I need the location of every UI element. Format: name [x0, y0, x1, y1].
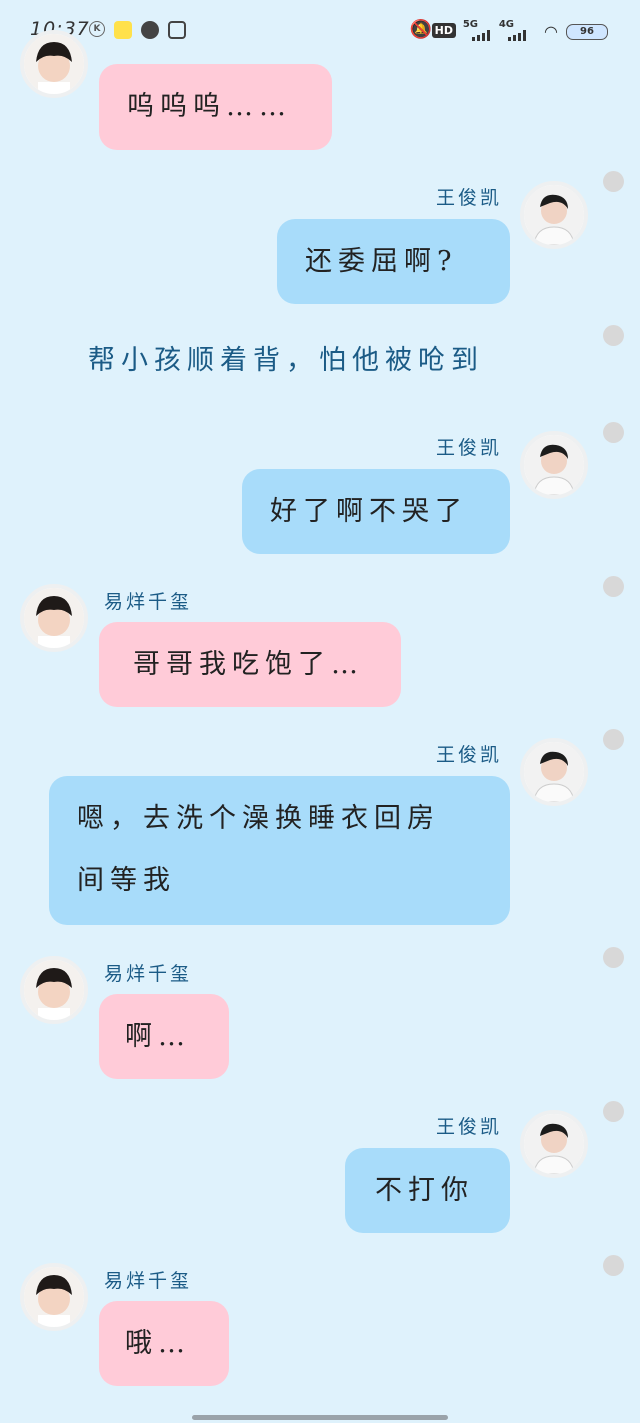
battery-indicator: 96: [566, 24, 608, 40]
select-dot[interactable]: [603, 325, 624, 346]
select-dot[interactable]: [603, 1101, 624, 1122]
avatar-other[interactable]: [20, 30, 88, 98]
message-line: 间等我: [77, 865, 176, 896]
select-dot[interactable]: [603, 729, 624, 750]
signal-4g-icon: [508, 30, 526, 41]
signal-5g-icon: [472, 30, 490, 41]
sender-name-other: 易烊千玺: [104, 963, 193, 985]
avatar-self[interactable]: [520, 431, 588, 499]
avatar-self[interactable]: [520, 738, 588, 806]
k-app-icon: K: [89, 21, 105, 37]
notification-app-icon: [114, 21, 132, 39]
mute-icon: 🔕: [409, 19, 432, 40]
hand-app-icon: [168, 21, 186, 39]
message-bubble[interactable]: 呜呜呜……: [99, 64, 332, 150]
wifi-icon: ◠: [544, 22, 558, 41]
narration-text: 帮小孩顺着背，怕他被呛到: [88, 345, 484, 376]
message-line: 嗯，去洗个澡换睡衣回房: [77, 803, 440, 834]
avatar-other[interactable]: [20, 956, 88, 1024]
status-bar: 10:37 K 🔕 HD 5G 4G ◠ 96: [0, 0, 640, 62]
message-bubble[interactable]: 哦…: [99, 1301, 229, 1386]
message-bubble[interactable]: 还委屈啊?: [277, 219, 510, 304]
game-app-icon: [141, 21, 159, 39]
4g-label: 4G: [498, 19, 514, 30]
sender-name-other: 易烊千玺: [104, 591, 193, 613]
sender-name-self: 王俊凯: [436, 187, 503, 209]
sender-name-self: 王俊凯: [436, 1116, 503, 1138]
sender-name-self: 王俊凯: [436, 437, 503, 459]
select-dot[interactable]: [603, 422, 624, 443]
sender-name-other: 易烊千玺: [104, 1270, 193, 1292]
message-bubble[interactable]: 嗯，去洗个澡换睡衣回房 间等我: [49, 776, 510, 925]
home-indicator[interactable]: [192, 1415, 448, 1420]
message-bubble[interactable]: 不打你: [345, 1148, 510, 1233]
avatar-self[interactable]: [520, 1110, 588, 1178]
select-dot[interactable]: [603, 576, 624, 597]
avatar-other[interactable]: [20, 1263, 88, 1331]
message-bubble[interactable]: 好了啊不哭了: [242, 469, 510, 554]
sender-name-self: 王俊凯: [436, 744, 503, 766]
avatar-other[interactable]: [20, 584, 88, 652]
message-bubble[interactable]: 哥哥我吃饱了…: [99, 622, 401, 707]
select-dot[interactable]: [603, 1255, 624, 1276]
message-bubble[interactable]: 啊…: [99, 994, 229, 1079]
select-dot[interactable]: [603, 947, 624, 968]
avatar-self[interactable]: [520, 181, 588, 249]
5g-label: 5G: [462, 19, 478, 30]
select-dot[interactable]: [603, 171, 624, 192]
hd-voice-icon: HD: [431, 23, 456, 38]
